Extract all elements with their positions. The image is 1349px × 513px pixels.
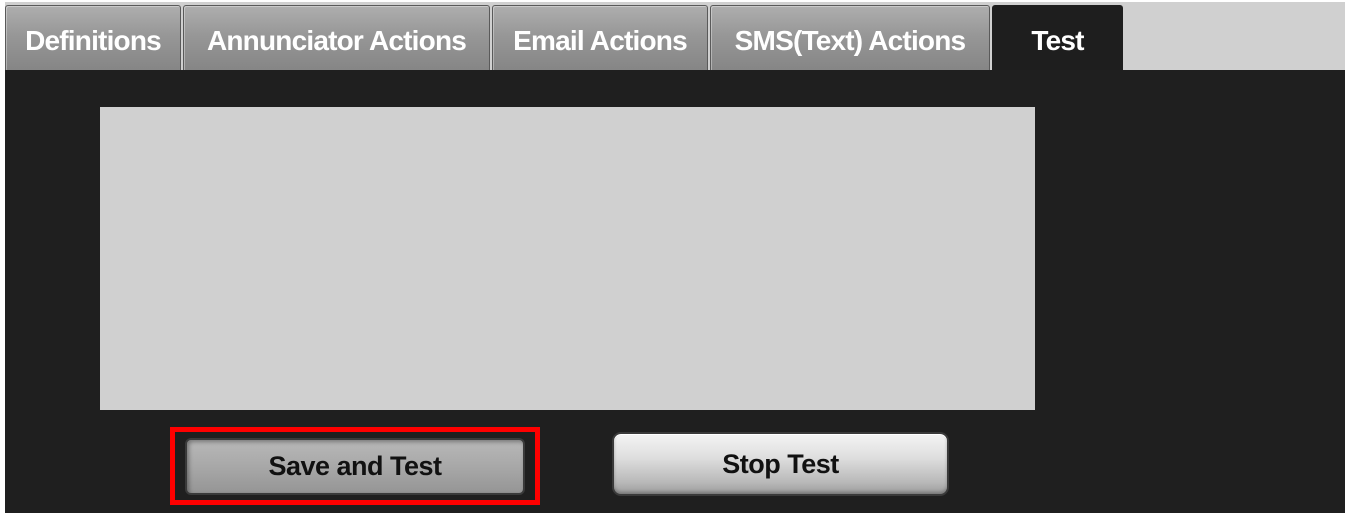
save-and-test-button[interactable]: Save and Test — [185, 438, 525, 495]
alarm-settings-window: Definitions Annunciator Actions Email Ac… — [0, 0, 1349, 513]
tab-sms-text-actions[interactable]: SMS(Text) Actions — [710, 5, 990, 71]
tab-annunciator-actions[interactable]: Annunciator Actions — [183, 5, 490, 71]
test-output-area — [100, 107, 1035, 410]
tab-test[interactable]: Test — [992, 5, 1123, 71]
stop-test-button[interactable]: Stop Test — [612, 432, 949, 496]
tab-definitions[interactable]: Definitions — [5, 5, 181, 71]
tab-email-actions[interactable]: Email Actions — [492, 5, 708, 71]
